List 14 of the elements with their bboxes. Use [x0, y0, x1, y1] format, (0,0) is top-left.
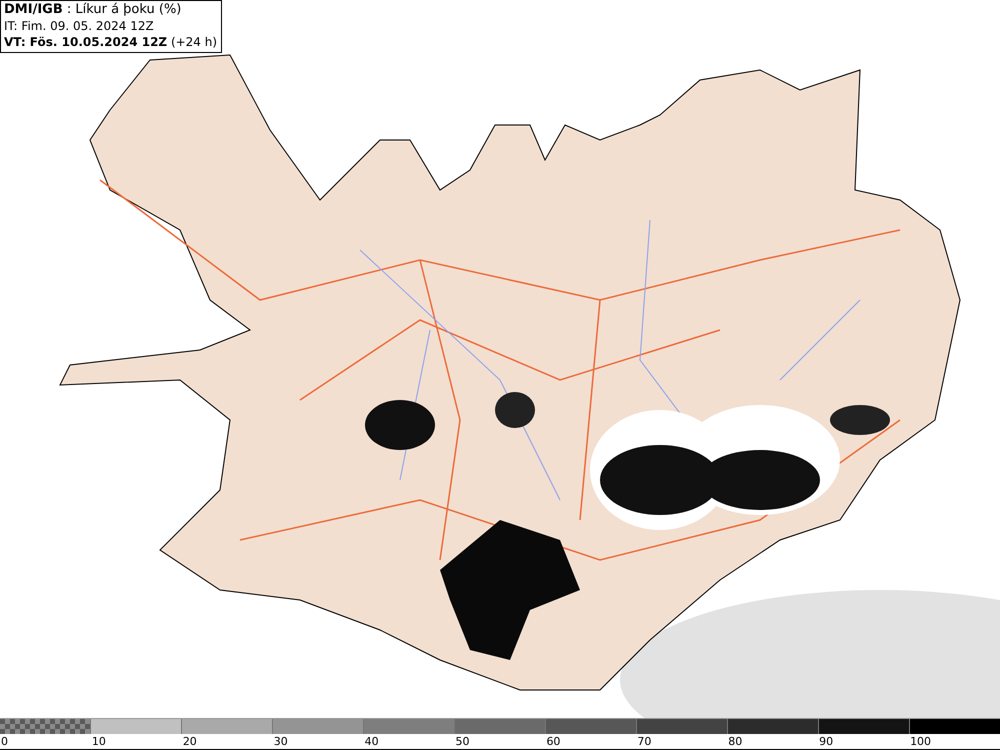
issue-time: IT: Fim. 09. 05. 2024 12Z	[4, 18, 155, 34]
tick-label: 10	[92, 735, 106, 748]
tick-label: 30	[274, 735, 288, 748]
valid-time: VT: Fös. 10.05.2024 12Z (+24 h)	[4, 34, 218, 50]
tick-label: 50	[456, 735, 470, 748]
tick-label: 20	[182, 735, 197, 748]
legend-title: DMI/IGB : Líkur á þoku (%)	[4, 2, 182, 18]
tick-label: 40	[364, 735, 379, 748]
tick-label: 90	[819, 735, 834, 748]
tick-label: 70	[637, 735, 652, 748]
tick-label: 0	[1, 735, 8, 748]
tick-label: 100	[910, 735, 932, 748]
tick-label: 80	[728, 735, 742, 748]
tick-label: 60	[546, 735, 560, 748]
